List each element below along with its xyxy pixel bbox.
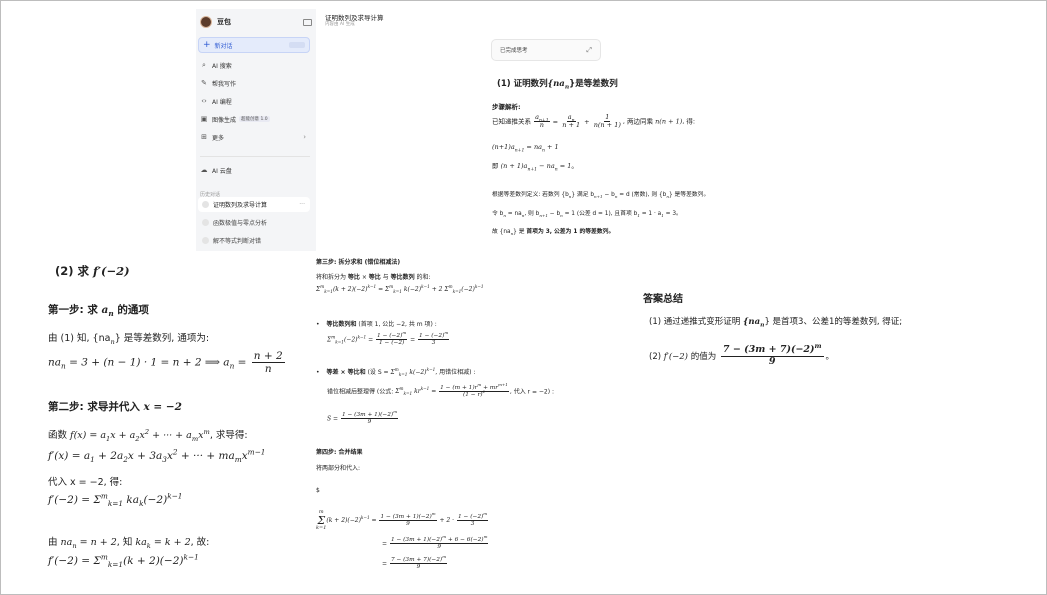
chat-icon [202, 201, 209, 208]
chat-icon [202, 219, 209, 226]
thinking-label: 已完成思考 [500, 48, 528, 54]
new-chat-label: 新对话 [214, 42, 233, 50]
stray-dollar: $ [316, 487, 320, 494]
sidebar-item-writing[interactable]: ✎ 帮我写作 [200, 76, 312, 90]
answer-title: 答案总结 [643, 294, 683, 305]
new-chat-button[interactable]: + 新对话 [198, 37, 310, 53]
avatar[interactable] [200, 16, 212, 28]
sidebar-item-cloud[interactable]: ☁ AI 云盘 [200, 163, 312, 177]
history-item[interactable]: 函数极值与零点分析 [198, 215, 310, 230]
part1-line-4: 根据等差数列定义: 若数列 {bn} 满足 bn+1 − bn = d (常数)… [492, 192, 710, 200]
divider [200, 156, 310, 157]
step1-heading: 第一步: 求 an 的通项 [48, 304, 149, 319]
thinking-toggle[interactable]: 已完成思考 ⤢ [491, 39, 601, 61]
part1-heading: (1) 证明数列{nan}是等差数列 [497, 79, 618, 91]
sidebar-item-label: AI 搜索 [212, 62, 232, 70]
search-icon: ⌕ [202, 60, 206, 69]
grid-icon: ⊞ [201, 133, 207, 141]
step3-heading: 第三步: 拆分求和 (错位相减法) [316, 259, 401, 266]
split-formula: Σmk=1(k + 2)(−2)k−1 = Σmk=1 k(−2)k−1 + 2… [316, 284, 484, 295]
step4-heading: 第四步: 合并结果 [316, 449, 363, 456]
s-formula: S = 1 − (3m + 1)(−2)m 9 [327, 409, 399, 426]
history-item[interactable]: 证明数列及求导计算 ··· [198, 197, 310, 212]
chevron-right-icon: › [303, 133, 306, 141]
combined-formula-1: m Σk=1 (k + 2)(−2)k−1 = 1 − (3m + 1)(−2)m 9… [316, 509, 489, 531]
sidebar-item-ai-search[interactable]: ⌕ AI 搜索 [200, 58, 312, 72]
final-sum-formula: f′(−2) = Σmk=1(k + 2)(−2)k−1 [48, 552, 199, 570]
combined-formula-2: = 1 − (3m + 1)(−2)m + 6 − 6(−2)m 9 [382, 534, 489, 551]
part1-line-recurrence: 已知递推关系 an+1 n = an n + 1 + 1 n(n + 1), 两边同乘… [492, 113, 696, 130]
step2-heading: 第二步: 求导并代入 x = −2 [48, 401, 182, 413]
window-frame: 豆包 + 新对话 ⌕ AI 搜索 ✎ 帮我写作 ‹› AI 编程 ▣ 图像生成 … [0, 0, 1047, 595]
bullet-geometric: 等比数列和 (首项 1, 公比 −2, 共 m 项) : [316, 319, 436, 328]
chat-subtitle: 内容由 AI 生成 [325, 22, 355, 27]
part1-line-5: 令 bn = nan, 则 bn+1 − bn = 1 (公差 d = 1), … [492, 211, 682, 219]
history-item-label: 证明数列及求导计算 [213, 202, 268, 209]
substituted-formula: f′(−2) = Σmk=1 kak(−2)k−1 [48, 491, 183, 509]
general-term-formula: nan = 3 + (n − 1) · 1 = n + 2 ⟹ an = n +… [48, 350, 285, 376]
part2-heading: (2) 求 f′(−2) [55, 264, 130, 278]
history-item-label: 解不等式判断对错 [213, 238, 262, 245]
part1-line-3: 即 (n + 1)an+1 − nan = 1。 [492, 162, 578, 173]
answer-line-1: (1) 通过递推式变形证明 {nan} 是首项3、公差1的等差数列, 得证; [649, 317, 903, 329]
history-item[interactable]: 解不等式判断对错 [198, 233, 310, 248]
split-line: 将和拆分为 等比 × 等比 与 等比数列 的和: [316, 274, 431, 281]
part1-line-2: (n+1)an+1 = nan + 1 [492, 143, 559, 154]
by-line: 由 nan = n + 2, 知 kak = k + 2, 故: [48, 537, 210, 550]
more-icon[interactable]: ··· [299, 201, 305, 208]
geometric-sum-formula: Σmk=1(−2)k−1 = 1 − (−2)m 1 − (−2) = 1 − (… [327, 330, 450, 347]
sidebar-toggle-icon[interactable] [303, 18, 312, 26]
combined-formula-3: = 7 − (3m + 7)(−2)m 9 [382, 554, 448, 571]
sidebar: 豆包 + 新对话 ⌕ AI 搜索 ✎ 帮我写作 ‹› AI 编程 ▣ 图像生成 … [196, 9, 316, 251]
derivative-formula: f′(x) = a1 + 2a2x + 3a3x2 + ··· + mamxm−… [48, 447, 266, 465]
sidebar-item-label: 图像生成 [212, 116, 237, 124]
answer-line-2: (2) f′(−2) 的值为 7 − (3m + 7)(−2)m 9。 [649, 341, 835, 367]
history-item-label: 函数极值与零点分析 [213, 220, 268, 227]
expand-icon: ⤢ [586, 45, 592, 54]
sidebar-item-coding[interactable]: ‹› AI 编程 [200, 94, 312, 108]
app-name: 豆包 [217, 18, 231, 26]
sidebar-item-label: 帮我写作 [212, 80, 237, 88]
cloud-icon: ☁ [200, 166, 208, 174]
shortcut-hint [289, 42, 305, 48]
bullet-arith-geo: 等差 × 等比和 (设 S = Σmk=1 k(−2)k−1, 用错位相减) : [316, 367, 475, 376]
sidebar-item-label: AI 云盘 [212, 167, 232, 175]
code-icon: ‹› [201, 97, 207, 105]
sidebar-header: 豆包 [200, 14, 312, 30]
step1-line: 由 (1) 知, {nan} 是等差数列, 通项为: [48, 333, 210, 346]
step4-line: 将两部分和代入: [316, 465, 361, 472]
new-badge: 超能创意 1.0 [239, 116, 270, 122]
image-icon: ▣ [200, 115, 208, 123]
sidebar-item-label: 更多 [212, 134, 225, 142]
sidebar-item-more[interactable]: ⊞ 更多 › [200, 130, 312, 144]
substitute-line: 代入 x = −2, 得: [48, 477, 123, 488]
function-line: 函数 f(x) = a1x + a2x2 + ··· + amxm, 求导得: [48, 427, 248, 443]
telescoping-line: 错位相减后整理得 (公式: Σmk=1 krk−1 = 1 − (m + 1)r… [327, 382, 555, 399]
plus-icon: + [203, 40, 211, 50]
sidebar-item-label: AI 编程 [212, 98, 232, 106]
pen-icon: ✎ [201, 79, 207, 87]
sidebar-item-image[interactable]: ▣ 图像生成 超能创意 1.0 [200, 112, 312, 126]
chat-icon [202, 237, 209, 244]
part1-conclusion: 故 {nan} 是 首项为 3, 公差为 1 的等差数列。 [492, 229, 615, 237]
steps-label: 步骤解析: [492, 103, 521, 111]
